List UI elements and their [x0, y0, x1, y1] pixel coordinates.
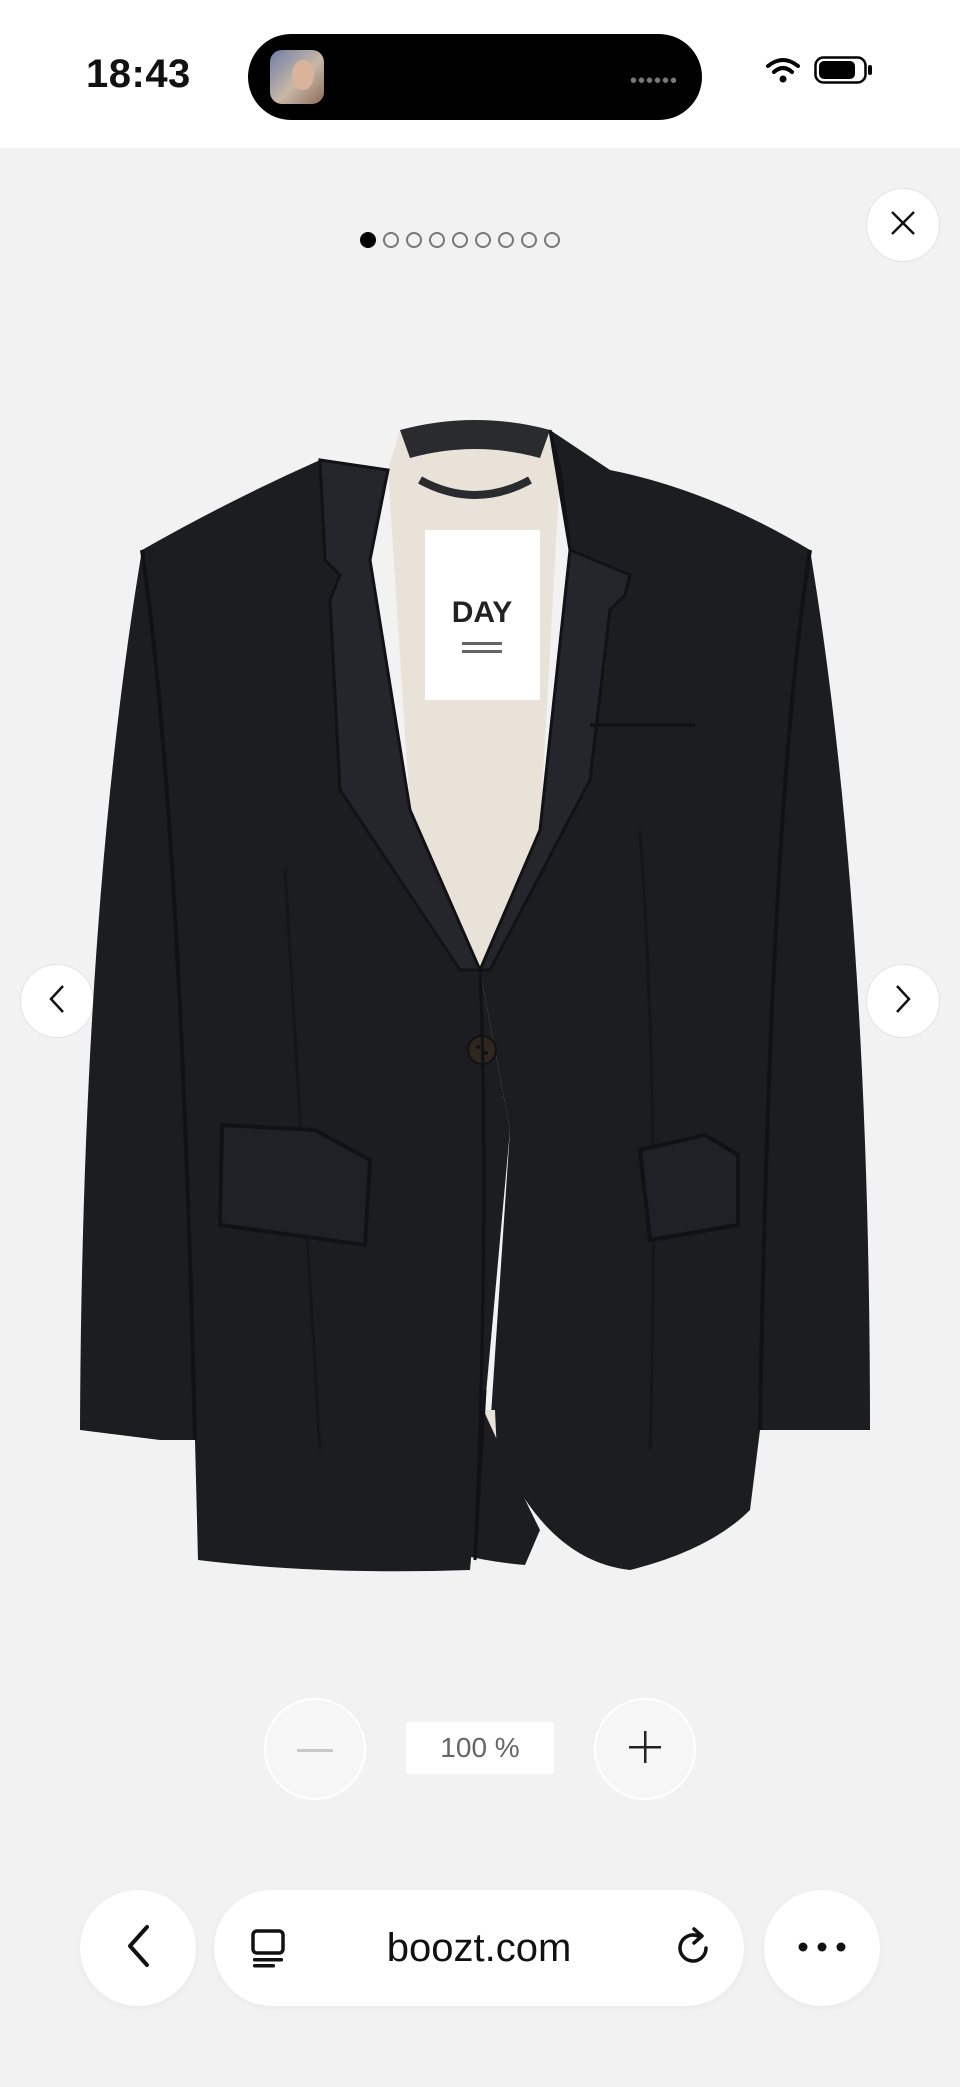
zoom-out-button[interactable]	[264, 1698, 366, 1800]
close-button[interactable]	[866, 188, 940, 262]
browser-toolbar: boozt.com	[0, 1880, 960, 2040]
browser-back-button[interactable]	[80, 1890, 196, 2006]
url-text: boozt.com	[386, 1926, 572, 1970]
pagination-dot[interactable]	[475, 232, 491, 248]
pagination-dot[interactable]	[498, 232, 514, 248]
zoom-level: 100 %	[406, 1722, 554, 1774]
gallery-pagination	[360, 232, 560, 248]
pagination-dot[interactable]	[521, 232, 537, 248]
brand-label-text: DAY	[452, 596, 513, 629]
pagination-dot[interactable]	[360, 232, 376, 248]
wifi-icon	[766, 57, 800, 83]
plus-icon	[629, 1730, 661, 1768]
more-icon	[798, 1939, 846, 1957]
product-image[interactable]: DAY	[70, 410, 890, 1580]
reload-icon[interactable]	[674, 1926, 714, 1975]
close-icon	[889, 209, 917, 242]
dynamic-island[interactable]: ••••••	[248, 34, 702, 120]
address-bar[interactable]: boozt.com	[214, 1890, 744, 2006]
pagination-dot[interactable]	[544, 232, 560, 248]
more-options-button[interactable]	[764, 1890, 880, 2006]
island-dots: ••••••	[629, 70, 678, 92]
pagination-dot[interactable]	[406, 232, 422, 248]
pagination-dot[interactable]	[383, 232, 399, 248]
zoom-in-button[interactable]	[594, 1698, 696, 1800]
battery-icon	[814, 56, 874, 84]
pagination-dot[interactable]	[452, 232, 468, 248]
status-icons	[766, 56, 874, 84]
minus-icon	[297, 1740, 333, 1758]
now-playing-thumbnail	[270, 50, 324, 104]
chevron-right-icon	[893, 983, 913, 1020]
pagination-dot[interactable]	[429, 232, 445, 248]
status-bar: 18:43 ••••••	[0, 0, 960, 148]
chevron-left-icon	[47, 983, 67, 1020]
chevron-left-icon	[125, 1924, 151, 1973]
status-time: 18:43	[86, 52, 191, 96]
